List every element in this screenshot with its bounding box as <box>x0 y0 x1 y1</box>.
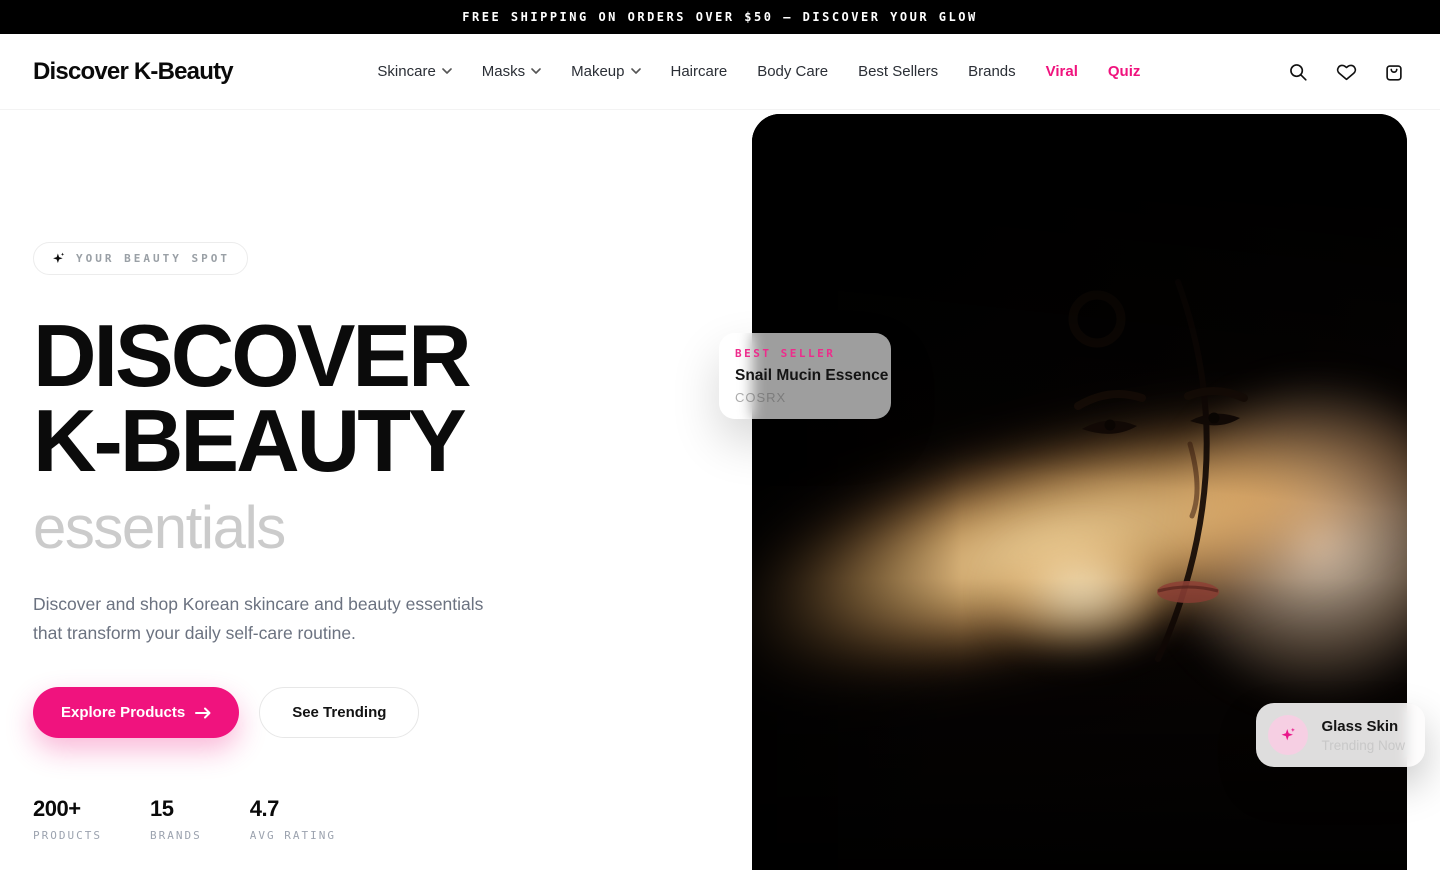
hero-stats: 200+ PRODUCTS 15 BRANDS 4.7 AVG RATING <box>33 796 593 842</box>
nav-brands[interactable]: Brands <box>968 63 1016 80</box>
stat-products: 200+ PRODUCTS <box>33 796 102 842</box>
hero-description: Discover and shop Korean skincare and be… <box>33 590 485 648</box>
see-trending-label: See Trending <box>292 704 386 721</box>
stat-label: AVG RATING <box>250 829 336 842</box>
trending-card[interactable]: Glass Skin Trending Now <box>1256 703 1425 767</box>
best-seller-card[interactable]: BEST SELLER Snail Mucin Essence COSRX <box>719 333 891 419</box>
stat-value: 15 <box>150 796 202 822</box>
chevron-down-icon <box>531 68 541 75</box>
chevron-down-icon <box>631 68 641 75</box>
hero-badge-label: YOUR BEAUTY SPOT <box>76 252 230 265</box>
hero-image: BEST SELLER Snail Mucin Essence COSRX Gl… <box>752 114 1407 870</box>
nav-body-care[interactable]: Body Care <box>757 63 828 80</box>
nav-masks[interactable]: Masks <box>482 63 541 80</box>
nav-label: Skincare <box>377 63 435 80</box>
hero-content: YOUR BEAUTY SPOT DISCOVER K-BEAUTY essen… <box>33 242 593 842</box>
best-seller-title: Snail Mucin Essence <box>735 367 875 385</box>
header-icons <box>1285 59 1407 85</box>
announcement-bar: FREE SHIPPING ON ORDERS OVER $50 — DISCO… <box>0 0 1440 34</box>
nav-quiz[interactable]: Quiz <box>1108 63 1141 80</box>
nav-label: Quiz <box>1108 63 1141 80</box>
shopping-bag-icon <box>1383 61 1405 83</box>
site-header: Discover K-Beauty Skincare Masks Makeup … <box>0 34 1440 110</box>
nav-label: Masks <box>482 63 525 80</box>
nav-label: Body Care <box>757 63 828 80</box>
logo[interactable]: Discover K-Beauty <box>33 58 233 86</box>
nav-haircare[interactable]: Haircare <box>671 63 728 80</box>
stat-value: 200+ <box>33 796 102 822</box>
announcement-text: FREE SHIPPING ON ORDERS OVER $50 — DISCO… <box>462 10 977 24</box>
best-seller-brand: COSRX <box>735 390 875 405</box>
sparkle-icon <box>51 251 66 266</box>
heart-icon <box>1335 61 1358 83</box>
stat-label: BRANDS <box>150 829 202 842</box>
trending-title: Glass Skin <box>1321 718 1405 735</box>
search-icon <box>1287 61 1309 83</box>
see-trending-button[interactable]: See Trending <box>259 687 419 738</box>
hero-badge: YOUR BEAUTY SPOT <box>33 242 248 275</box>
nav-label: Makeup <box>571 63 624 80</box>
arrow-right-icon <box>195 707 211 719</box>
main-nav: Skincare Masks Makeup Haircare Body Care… <box>377 63 1140 80</box>
title-line-2: K-BEAUTY <box>33 398 593 483</box>
trending-subtitle: Trending Now <box>1321 738 1405 753</box>
page-title: DISCOVER K-BEAUTY essentials <box>33 313 593 558</box>
wishlist-button[interactable] <box>1333 59 1359 85</box>
title-line-3: essentials <box>33 498 593 558</box>
trending-icon-circle <box>1268 715 1308 755</box>
nav-label: Haircare <box>671 63 728 80</box>
stat-label: PRODUCTS <box>33 829 102 842</box>
nav-label: Brands <box>968 63 1016 80</box>
nav-label: Viral <box>1046 63 1078 80</box>
best-seller-tag: BEST SELLER <box>735 347 875 360</box>
cta-row: Explore Products See Trending <box>33 687 593 738</box>
sparkle-icon <box>1279 726 1297 744</box>
search-button[interactable] <box>1285 59 1311 85</box>
cart-button[interactable] <box>1381 59 1407 85</box>
explore-products-label: Explore Products <box>61 704 185 721</box>
nav-viral[interactable]: Viral <box>1046 63 1078 80</box>
chevron-down-icon <box>442 68 452 75</box>
nav-makeup[interactable]: Makeup <box>571 63 640 80</box>
stat-value: 4.7 <box>250 796 336 822</box>
stat-avg-rating: 4.7 AVG RATING <box>250 796 336 842</box>
trending-card-text: Glass Skin Trending Now <box>1321 718 1405 753</box>
nav-skincare[interactable]: Skincare <box>377 63 451 80</box>
hero-section: YOUR BEAUTY SPOT DISCOVER K-BEAUTY essen… <box>0 110 1440 870</box>
explore-products-button[interactable]: Explore Products <box>33 687 239 738</box>
title-line-1: DISCOVER <box>33 313 593 398</box>
stat-brands: 15 BRANDS <box>150 796 202 842</box>
nav-label: Best Sellers <box>858 63 938 80</box>
nav-best-sellers[interactable]: Best Sellers <box>858 63 938 80</box>
